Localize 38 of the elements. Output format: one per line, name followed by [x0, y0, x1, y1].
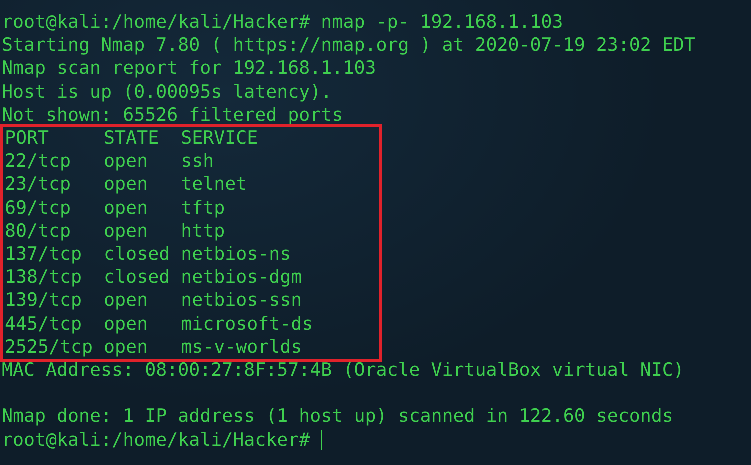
- table-cell-text: 80/tcp: [5, 220, 72, 244]
- terminal-line: Nmap scan report for 192.168.1.103: [2, 57, 378, 81]
- table-cell-text: open: [104, 289, 150, 313]
- table-cell-text: 69/tcp: [5, 196, 72, 220]
- table-cell-text: netbios-ns: [181, 243, 292, 266]
- table-cell-text: 138/tcp: [5, 266, 84, 290]
- terminal-line: MAC Address: 08:00:27:8F:57:4B (Oracle VirtualBox virtual NIC): [2, 359, 686, 382]
- table-cell-text: open: [104, 150, 150, 174]
- table-cell: microsoft-ds: [181, 312, 314, 336]
- terminal-line: root@kali:/home/kali/Hacker# nmap -p- 192.168.1.103: [2, 11, 564, 34]
- terminal-line: Not shown: 65526 filtered ports: [2, 104, 344, 128]
- table-cell-text: http: [181, 220, 226, 244]
- table-cell-text: open: [104, 173, 150, 197]
- table-cell-text: open: [104, 336, 150, 360]
- table-cell-text: tftp: [181, 196, 226, 220]
- table-cell-text: 445/tcp: [5, 312, 84, 336]
- table-cell-text: telnet: [181, 173, 248, 197]
- table-cell-text: 2525/tcp: [5, 336, 94, 360]
- table-cell-text: open: [104, 220, 150, 244]
- table-cell-text: closed: [104, 266, 172, 290]
- column-header: PORT: [5, 127, 50, 150]
- table-cell-text: 139/tcp: [5, 289, 84, 313]
- column-header: STATE: [104, 127, 160, 150]
- table-cell-text: 137/tcp: [5, 243, 84, 266]
- table-cell-text: open: [104, 312, 150, 336]
- table-cell-text: ssh: [181, 150, 216, 174]
- table-cell-text: closed: [104, 243, 172, 266]
- table-cell-text: open: [104, 196, 150, 220]
- table-cell-text: 22/tcp: [5, 150, 72, 174]
- table-cell-text: netbios-ssn: [181, 289, 304, 313]
- terminal-line: Starting Nmap 7.80 ( https://nmap.org ) at 2020-07-19 23:02 EDT: [2, 34, 696, 58]
- column-header: SERVICE: [181, 127, 260, 150]
- table-cell-text: ms-v-worlds: [181, 336, 304, 360]
- terminal-line: Host is up (0.00095s latency).: [2, 80, 334, 104]
- shell-prompt: root@kali:/home/kali/Hacker#: [2, 428, 310, 452]
- table-cell-text: 23/tcp: [5, 173, 72, 197]
- terminal-line: Nmap done: 1 IP address (1 host up) scanned in 122.60 seconds: [2, 405, 674, 429]
- table-cell-text: netbios-dgm: [181, 266, 304, 290]
